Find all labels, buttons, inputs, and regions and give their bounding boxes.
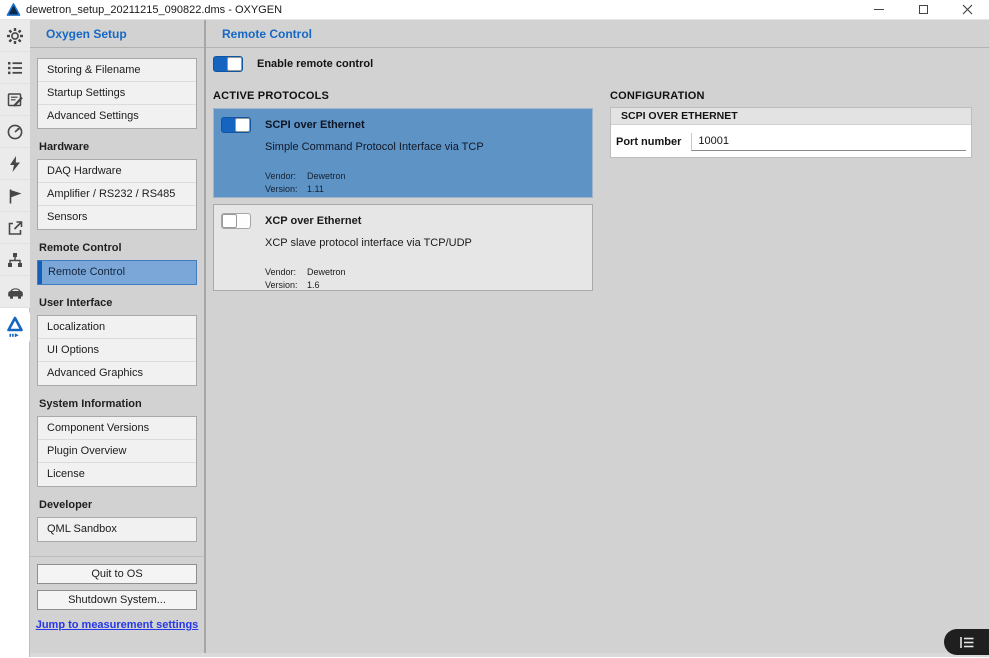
version-label: Version: xyxy=(265,280,307,290)
scpi-protocol-meta: Vendor:Dewetron Version:1.11 xyxy=(265,171,582,194)
section-label-system-information: System Information xyxy=(39,398,195,412)
sidebar-item-daq-hardware[interactable]: DAQ Hardware xyxy=(38,160,196,183)
scpi-protocol-toggle[interactable] xyxy=(221,117,251,133)
export-icon xyxy=(6,219,24,237)
dewetron-logo-icon xyxy=(6,316,24,332)
sidebar-item-component-versions[interactable]: Component Versions xyxy=(38,417,196,440)
window-title: dewetron_setup_20211215_090822.dms - OXY… xyxy=(26,4,282,16)
toggle-knob xyxy=(227,57,242,71)
sidebar-divider xyxy=(30,556,204,557)
app-shell: Oxygen Setup Storing & Filename Startup … xyxy=(0,20,989,657)
active-protocols-header: ACTIVE PROTOCOLS xyxy=(213,90,593,102)
protocol-card-xcp[interactable]: XCP over Ethernet XCP slave protocol int… xyxy=(213,204,593,291)
scpi-protocol-description: Simple Command Protocol Interface via TC… xyxy=(265,141,582,153)
version-value: 1.6 xyxy=(307,280,320,290)
scpi-protocol-title: SCPI over Ethernet xyxy=(265,119,365,131)
xcp-protocol-description: XCP slave protocol interface via TCP/UDP xyxy=(265,237,582,249)
rail-tab-power[interactable] xyxy=(0,148,30,180)
rail-tab-events[interactable] xyxy=(0,180,30,212)
quit-to-os-button[interactable]: Quit to OS xyxy=(37,564,197,584)
toggle-knob xyxy=(235,118,250,132)
vendor-value: Dewetron xyxy=(307,171,346,181)
close-button[interactable] xyxy=(945,0,989,19)
section-label-hardware: Hardware xyxy=(39,141,195,155)
gear-icon xyxy=(6,27,24,45)
sidebar-item-ui-options[interactable]: UI Options xyxy=(38,339,196,362)
sidebar-item-license[interactable]: License xyxy=(38,463,196,486)
app-logo-icon xyxy=(0,2,26,17)
sidebar-item-advanced-graphics[interactable]: Advanced Graphics xyxy=(38,362,196,385)
rail-tab-oxygen-setup[interactable] xyxy=(0,308,30,346)
system-messages-button[interactable] xyxy=(944,629,989,655)
remote-control-panel: Remote Control Enable remote control ACT… xyxy=(206,20,989,657)
rail-tab-settings[interactable] xyxy=(0,20,30,52)
jump-to-measurement-settings-link[interactable]: Jump to measurement settings xyxy=(30,619,204,631)
port-number-label: Port number xyxy=(616,136,681,148)
maximize-icon xyxy=(919,5,928,14)
flag-icon xyxy=(6,187,24,205)
rail-tab-vehicle[interactable] xyxy=(0,276,30,308)
close-icon xyxy=(962,4,973,15)
rail-tab-measurement-screens[interactable] xyxy=(0,116,30,148)
version-value: 1.11 xyxy=(307,184,324,194)
setup-group-developer: QML Sandbox xyxy=(37,517,197,542)
rail-tab-report[interactable] xyxy=(0,84,30,116)
sidebar-item-localization[interactable]: Localization xyxy=(38,316,196,339)
version-label: Version: xyxy=(265,184,307,194)
xcp-protocol-meta: Vendor:Dewetron Version:1.6 xyxy=(265,267,582,290)
sidebar-item-remote-control[interactable]: Remote Control xyxy=(38,261,196,284)
setup-panel-title: Oxygen Setup xyxy=(30,20,204,48)
lightning-icon xyxy=(6,155,24,173)
channel-list-icon xyxy=(6,59,24,77)
minimize-icon xyxy=(874,9,884,10)
sidebar-item-sensors[interactable]: Sensors xyxy=(38,206,196,229)
vendor-label: Vendor: xyxy=(265,171,307,181)
title-bar: dewetron_setup_20211215_090822.dms - OXY… xyxy=(0,0,989,20)
setup-group-user-interface: Localization UI Options Advanced Graphic… xyxy=(37,315,197,386)
port-number-input[interactable] xyxy=(691,133,966,151)
bottom-strip xyxy=(30,653,989,657)
sidebar-item-qml-sandbox[interactable]: QML Sandbox xyxy=(38,518,196,541)
scpi-configuration-section-title: SCPI OVER ETHERNET xyxy=(611,108,971,125)
rail-tab-channel-list[interactable] xyxy=(0,52,30,84)
maximize-button[interactable] xyxy=(901,0,945,19)
scpi-configuration-box: SCPI OVER ETHERNET Port number xyxy=(610,107,972,158)
sidebar-item-plugin-overview[interactable]: Plugin Overview xyxy=(38,440,196,463)
section-label-user-interface: User Interface xyxy=(39,297,195,311)
sidebar-item-startup-settings[interactable]: Startup Settings xyxy=(38,82,196,105)
dewetron-logo-marks xyxy=(9,333,21,338)
sidebar-item-storing-filename[interactable]: Storing & Filename xyxy=(38,59,196,82)
xcp-protocol-title: XCP over Ethernet xyxy=(265,215,361,227)
setup-group-system-information: Component Versions Plugin Overview Licen… xyxy=(37,416,197,487)
enable-remote-control-label: Enable remote control xyxy=(257,58,373,70)
gauge-icon xyxy=(6,123,24,141)
icon-rail xyxy=(0,20,30,657)
vendor-label: Vendor: xyxy=(265,267,307,277)
main-panel-title: Remote Control xyxy=(206,20,989,48)
rail-tab-network[interactable] xyxy=(0,244,30,276)
shutdown-system-button[interactable]: Shutdown System... xyxy=(37,590,197,610)
setup-group-remote-control: Remote Control xyxy=(37,260,197,285)
section-label-remote-control: Remote Control xyxy=(39,242,195,256)
setup-group-hardware: DAQ Hardware Amplifier / RS232 / RS485 S… xyxy=(37,159,197,230)
setup-group-general: Storing & Filename Startup Settings Adva… xyxy=(37,58,197,129)
report-icon xyxy=(6,91,24,109)
protocol-card-scpi[interactable]: SCPI over Ethernet Simple Command Protoc… xyxy=(213,108,593,198)
network-icon xyxy=(6,251,24,269)
vendor-value: Dewetron xyxy=(307,267,346,277)
xcp-protocol-toggle[interactable] xyxy=(221,213,251,229)
message-list-icon xyxy=(959,636,975,649)
configuration-header: CONFIGURATION xyxy=(610,90,972,102)
car-icon xyxy=(6,283,25,301)
minimize-button[interactable] xyxy=(857,0,901,19)
oxygen-setup-panel: Oxygen Setup Storing & Filename Startup … xyxy=(30,20,206,657)
sidebar-item-amplifier[interactable]: Amplifier / RS232 / RS485 xyxy=(38,183,196,206)
sidebar-item-advanced-settings[interactable]: Advanced Settings xyxy=(38,105,196,128)
rail-tab-export[interactable] xyxy=(0,212,30,244)
enable-remote-control-toggle[interactable] xyxy=(213,56,243,72)
toggle-knob xyxy=(222,214,237,228)
section-label-developer: Developer xyxy=(39,499,195,513)
